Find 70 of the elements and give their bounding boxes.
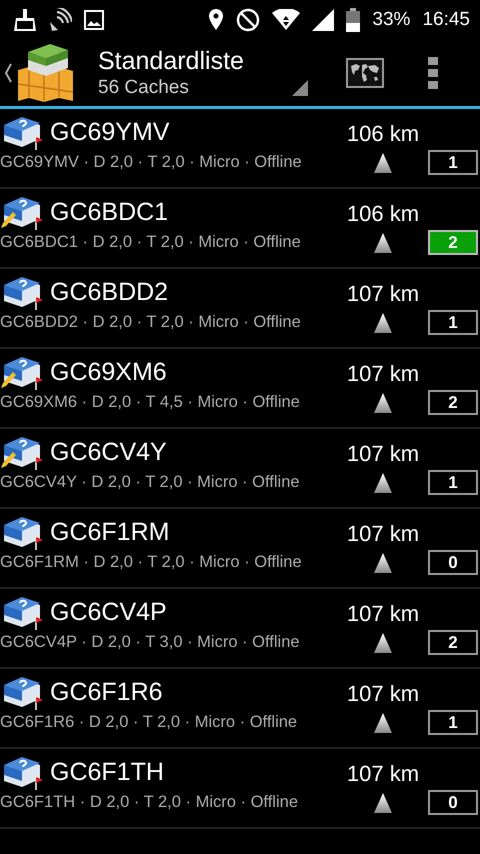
direction-arrow-icon: [374, 233, 392, 253]
dropdown-corner-icon[interactable]: [292, 80, 308, 96]
cache-count: 56 Caches: [98, 76, 189, 100]
distance-text: 107 km: [346, 681, 420, 707]
cache-code: GC6F1R6: [50, 678, 163, 706]
direction-arrow-icon: [374, 313, 392, 333]
cache-details: GC6BDC1 · D 2,0 · T 2,0 · Micro · Offline: [0, 233, 302, 252]
battery-icon: [346, 8, 360, 32]
back-chevron-icon: [4, 63, 12, 83]
cache-list-item[interactable]: GC6F1R6 GC6F1R6 · D 2,0 · T 2,0 · Micro · Offline 107 km 1: [0, 669, 480, 749]
direction-arrow-icon: [374, 153, 392, 173]
cache-details: GC6F1RM · D 2,0 · T 2,0 · Micro · Offline: [0, 553, 303, 572]
cache-list-item[interactable]: GC69XM6 GC69XM6 · D 2,0 · T 4,5 · Micro · Offline 107 km 2: [0, 349, 480, 429]
cache-code: GC6CV4Y: [50, 438, 167, 466]
cache-list-item[interactable]: GC6CV4Y GC6CV4Y · D 2,0 · T 2,0 · Micro · Offline 107 km 1: [0, 429, 480, 509]
direction-arrow-icon: [374, 713, 392, 733]
count-badge: 0: [428, 550, 478, 575]
cache-code: GC6BDD2: [50, 278, 168, 306]
distance-text: 107 km: [346, 441, 420, 467]
cache-code: GC69YMV: [50, 118, 170, 146]
cache-details: GC6F1R6 · D 2,0 · T 2,0 · Micro · Offline: [0, 713, 298, 732]
cache-details: GC69XM6 · D 2,0 · T 4,5 · Micro · Offline: [0, 393, 301, 412]
distance-text: 107 km: [346, 601, 420, 627]
cache-list-item[interactable]: GC69YMV GC69YMV · D 2,0 · T 2,0 · Micro · Offline 106 km 1: [0, 109, 480, 189]
count-badge: 0: [428, 790, 478, 815]
distance-text: 107 km: [346, 761, 420, 787]
cache-code: GC69XM6: [50, 358, 167, 386]
distance-text: 106 km: [346, 121, 420, 147]
count-badge: 1: [428, 470, 478, 495]
distance-text: 107 km: [346, 521, 420, 547]
count-badge: 2: [428, 630, 478, 655]
count-badge: 1: [428, 710, 478, 735]
cache-list-item[interactable]: GC6F1TH GC6F1TH · D 2,0 · T 2,0 · Micro · Offline 107 km 0: [0, 749, 480, 829]
cache-code: GC6F1TH: [50, 758, 164, 786]
list-title[interactable]: Standardliste: [98, 46, 308, 76]
do-not-disturb-icon: [236, 8, 260, 32]
count-badge: 1: [428, 150, 478, 175]
cache-details: GC6CV4Y · D 2,0 · T 2,0 · Micro · Offline: [0, 473, 301, 492]
satellite-signal-icon: [48, 8, 72, 32]
clock-time: 16:45: [422, 9, 470, 31]
cache-code: GC6F1RM: [50, 518, 170, 546]
cache-list-item[interactable]: GC6BDD2 GC6BDD2 · D 2,0 · T 2,0 · Micro · Offline 107 km 1: [0, 269, 480, 349]
distance-text: 107 km: [346, 361, 420, 387]
count-badge: 2: [428, 230, 478, 255]
cache-list-item[interactable]: GC6BDC1 GC6BDC1 · D 2,0 · T 2,0 · Micro · Offline 106 km 2: [0, 189, 480, 269]
more-vertical-icon: [428, 57, 438, 89]
cache-code: GC6BDC1: [50, 198, 168, 226]
distance-text: 107 km: [346, 281, 420, 307]
location-icon: [208, 8, 224, 32]
battery-percentage: 33%: [372, 9, 410, 31]
direction-arrow-icon: [374, 393, 392, 413]
world-map-icon: [346, 58, 384, 88]
direction-arrow-icon: [374, 473, 392, 493]
cache-list-item[interactable]: GC6F1RM GC6F1RM · D 2,0 · T 2,0 · Micro · Offline 107 km 0: [0, 509, 480, 589]
cache-list-item[interactable]: GC6CV4P GC6CV4P · D 2,0 · T 3,0 · Micro · Offline 107 km 2: [0, 589, 480, 669]
cache-details: GC6CV4P · D 2,0 · T 3,0 · Micro · Offline: [0, 633, 301, 652]
count-badge: 2: [428, 390, 478, 415]
cache-details: GC69YMV · D 2,0 · T 2,0 · Micro · Offline: [0, 153, 303, 172]
direction-arrow-icon: [374, 793, 392, 813]
cache-code: GC6CV4P: [50, 598, 167, 626]
cell-signal-icon: [312, 9, 334, 31]
cache-details: GC6BDD2 · D 2,0 · T 2,0 · Micro · Offline: [0, 313, 302, 332]
broom-icon: [14, 8, 36, 32]
image-icon: [84, 10, 104, 30]
direction-arrow-icon: [374, 553, 392, 573]
direction-arrow-icon: [374, 633, 392, 653]
count-badge: 1: [428, 310, 478, 335]
wifi-icon: [272, 9, 300, 31]
cache-details: GC6F1TH · D 2,0 · T 2,0 · Micro · Offline: [0, 793, 299, 812]
distance-text: 106 km: [346, 201, 420, 227]
